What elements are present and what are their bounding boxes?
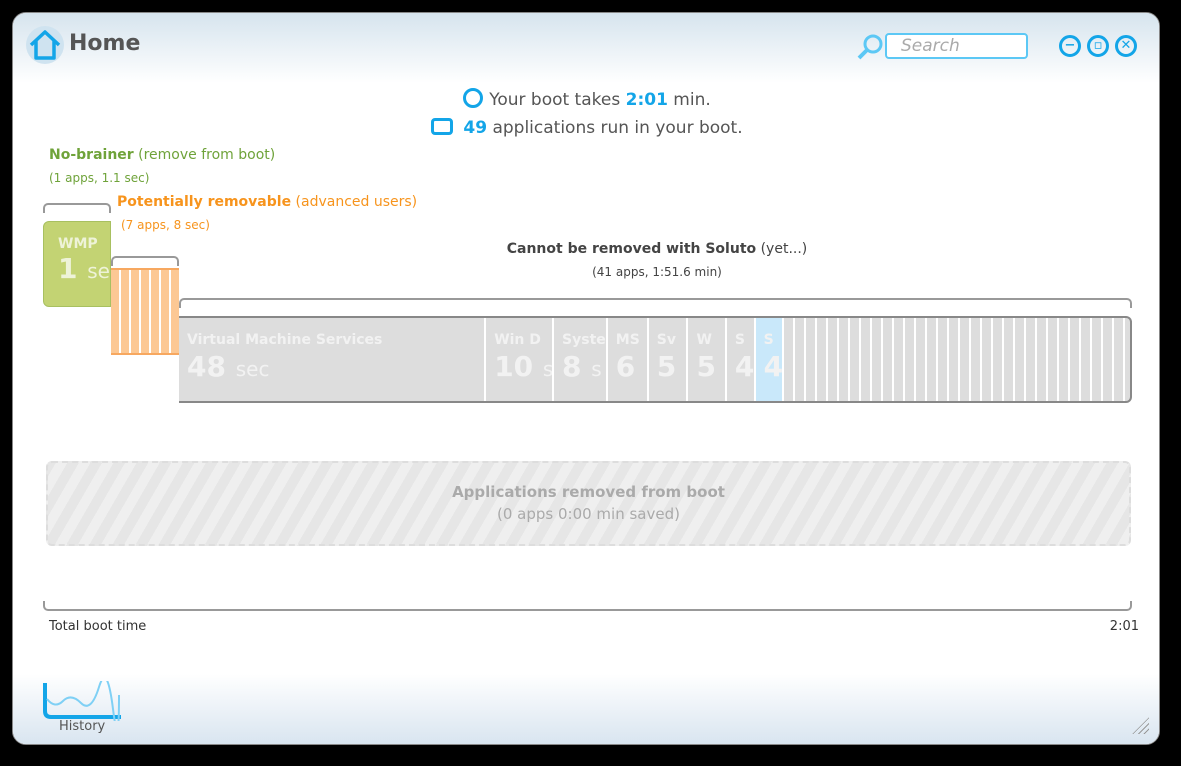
boot-time-value: 2:01 [625, 90, 668, 110]
home-icon[interactable] [25, 25, 65, 65]
total-value: 2:01 [1109, 619, 1139, 634]
total-brace [43, 601, 1132, 611]
apps-suffix: applications run in your boot. [487, 118, 743, 138]
app-segment[interactable]: S4 [755, 318, 785, 401]
segment-label: Win D [494, 332, 541, 348]
apps-summary: 49 applications run in your boot. [13, 118, 1159, 138]
close-button[interactable]: ✕ [1115, 35, 1137, 57]
segment-value: 48 [187, 350, 226, 383]
boot-prefix: Your boot takes [489, 90, 626, 110]
segment-label: MS [615, 332, 640, 348]
maximize-button[interactable]: ▫ [1087, 35, 1109, 57]
no-brainer-heading: No-brainer (remove from boot) [49, 147, 276, 163]
potential-apps-block[interactable] [111, 268, 179, 355]
app-segment[interactable]: MS 6 [607, 318, 649, 401]
segment-label: S [763, 332, 774, 348]
clock-icon [463, 88, 484, 108]
segment-value: 8 [562, 350, 582, 383]
app-segment[interactable]: Syste 8 s [554, 318, 608, 401]
app-segment[interactable]: S4 [726, 318, 756, 401]
removed-title: Applications removed from boot [452, 483, 725, 501]
total-label: Total boot time [49, 619, 147, 634]
segment-label: W [696, 332, 712, 348]
segment-value: 5 [696, 350, 716, 383]
cannot-detail: (41 apps, 1:51.6 min) [592, 265, 722, 279]
app-segment[interactable]: Win D 10 s [486, 318, 555, 401]
segment-label: S [734, 332, 745, 348]
app-segment[interactable]: W5 [688, 318, 727, 401]
apps-count: 49 [463, 118, 488, 138]
cannot-brace [179, 298, 1132, 308]
app-segment[interactable]: Sv 5 [648, 318, 689, 401]
no-brainer-detail: (1 apps, 1.1 sec) [49, 171, 150, 185]
briefcase-icon [431, 118, 454, 135]
cannot-remove-bar: Virtual Machine Services 48 sec Win D 10 sS… [179, 316, 1132, 403]
segment-value: 5 [656, 350, 677, 383]
segment-value: 6 [615, 350, 636, 383]
segment-label: Virtual Machine Services [187, 332, 383, 348]
potential-detail: (7 apps, 8 sec) [121, 218, 210, 232]
removed-apps-dropzone[interactable]: Applications removed from boot (0 apps 0… [46, 461, 1131, 546]
segment-unit: s [542, 357, 554, 381]
footer [13, 674, 1159, 744]
segment-value: 4 [763, 350, 784, 383]
removed-detail: (0 apps 0:00 min saved) [497, 505, 680, 523]
search-input[interactable]: Search [885, 33, 1028, 59]
segment-value: 4 [734, 350, 755, 383]
segment-unit: s [591, 357, 602, 381]
segment-label: Sv [656, 332, 676, 348]
history-icon[interactable] [41, 681, 123, 721]
segment-value: 10 [494, 350, 534, 383]
boot-time-summary: Your boot takes 2:01 min. [13, 88, 1159, 110]
segment-unit: sec [235, 357, 270, 381]
no-brainer-brace [43, 203, 111, 213]
app-window: Home Search − ▫ ✕ Your boot takes 2:01 m… [12, 12, 1160, 745]
search-icon[interactable] [856, 33, 884, 61]
minimize-button[interactable]: − [1059, 35, 1081, 57]
boot-suffix: min. [667, 90, 711, 110]
page-title: Home [69, 31, 141, 56]
potential-heading: Potentially removable (advanced users) [117, 194, 418, 210]
app-block-wmp[interactable]: WMP 1 sec [43, 221, 111, 307]
cannot-heading: Cannot be removed with Soluto (yet...) [506, 241, 808, 257]
segment-label: Syste [562, 332, 606, 348]
history-label[interactable]: History [59, 719, 105, 734]
app-segment[interactable]: Virtual Machine Services 48 sec [179, 318, 487, 401]
